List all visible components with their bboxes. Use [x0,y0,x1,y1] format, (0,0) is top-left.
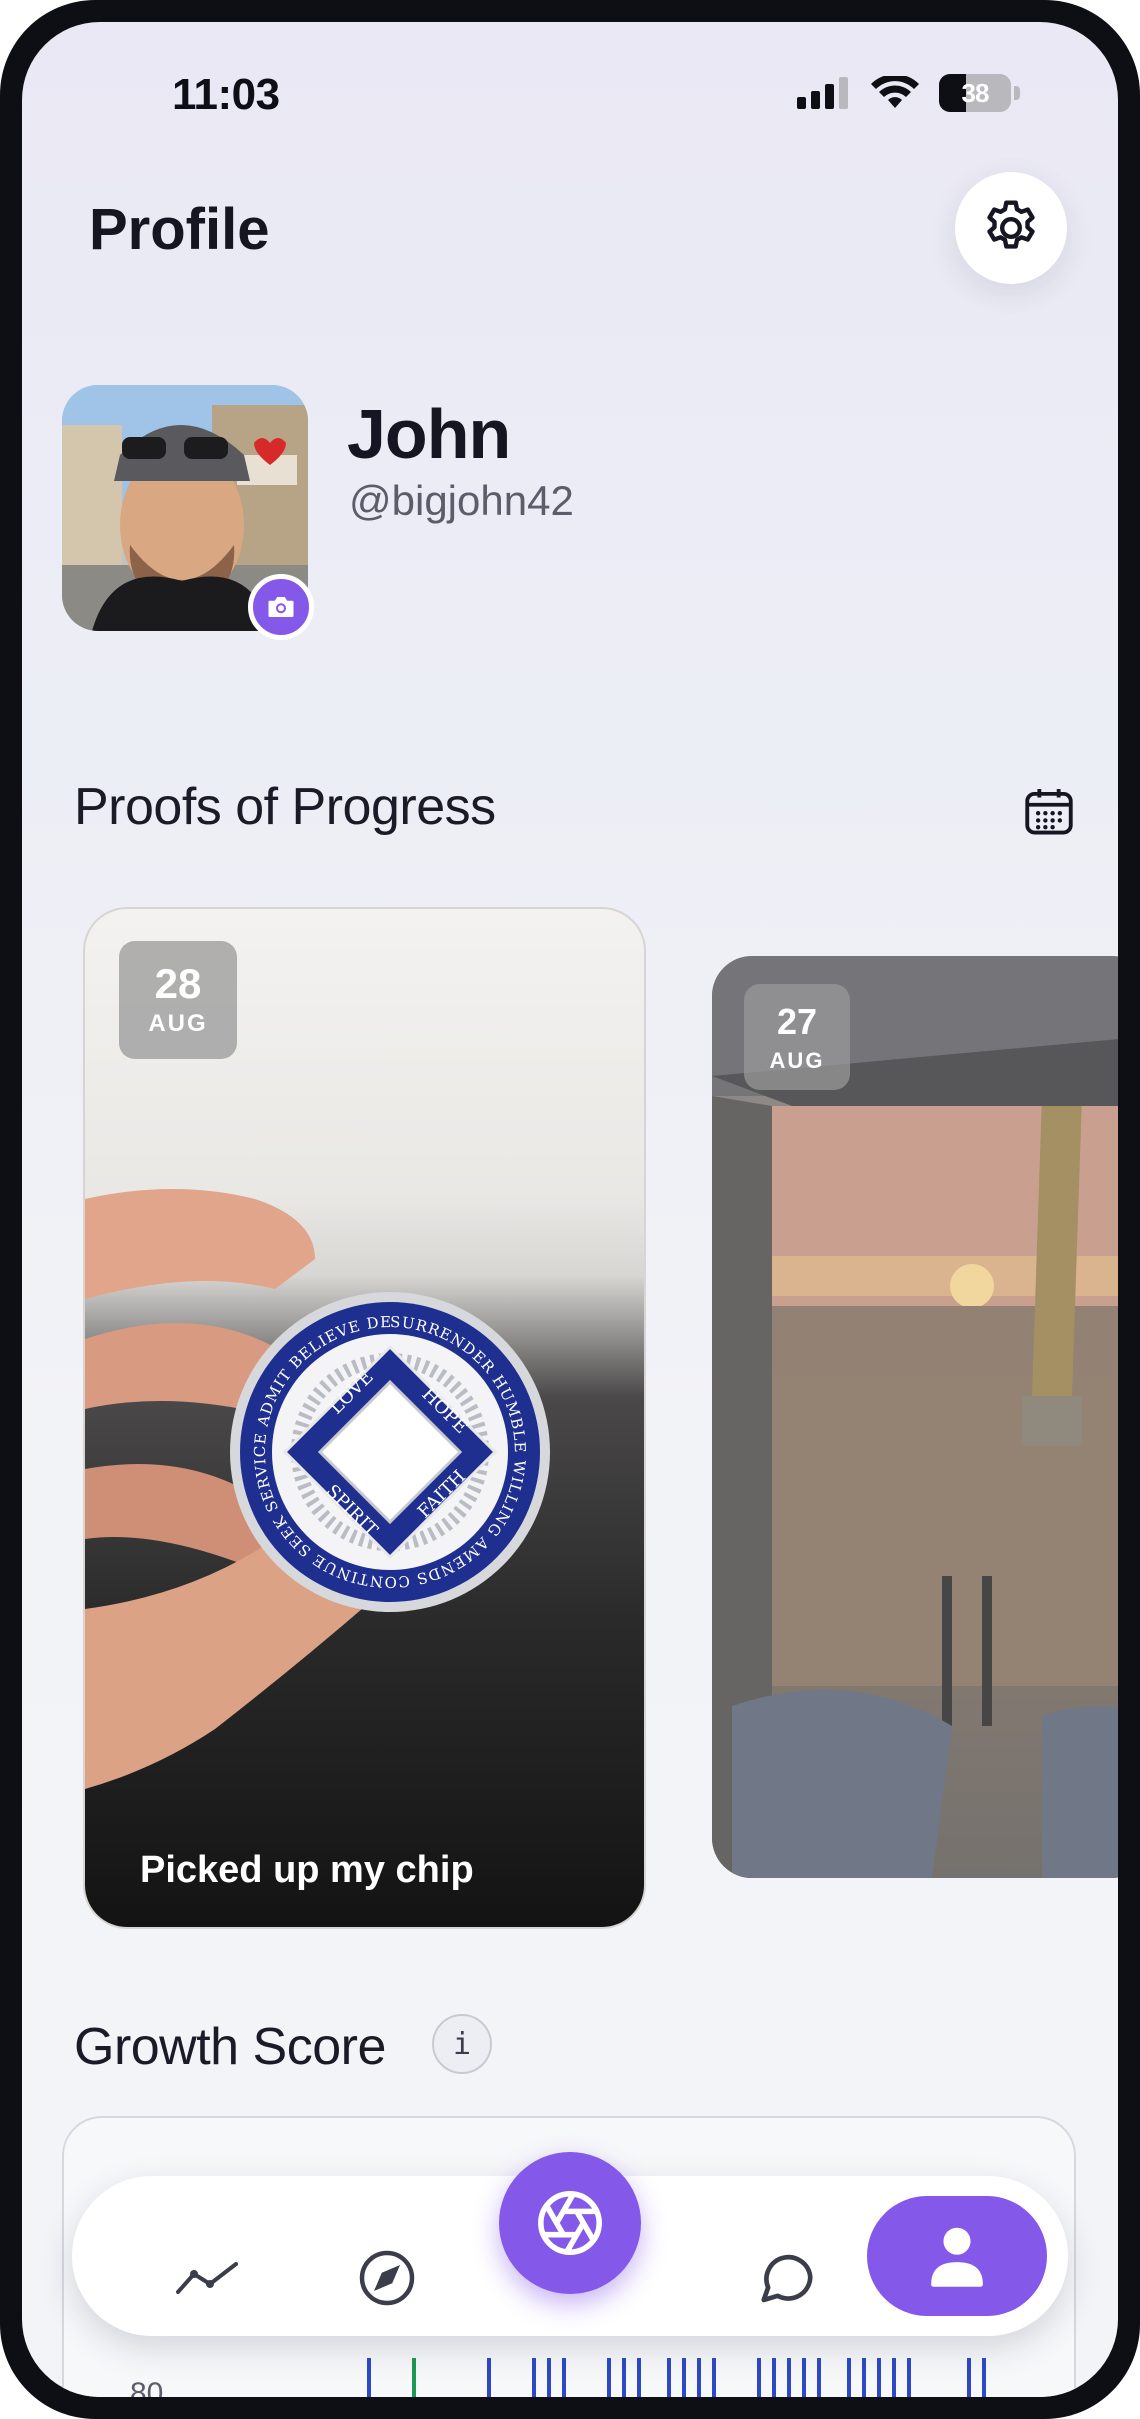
proof-photo-excavator [712,956,1118,1878]
gear-icon [987,200,1035,249]
nav-capture-button[interactable] [499,2152,641,2294]
growth-bar [547,2358,551,2397]
growth-chart [367,2358,986,2397]
change-photo-button[interactable] [248,574,314,640]
growth-section-title: Growth Score [74,2018,386,2076]
growth-bar [532,2358,536,2397]
growth-bar [607,2358,611,2397]
growth-bar [892,2358,896,2397]
nav-trends-button[interactable] [162,2248,252,2308]
date-day: 27 [776,1001,818,1042]
growth-bar [667,2358,671,2397]
battery-level: 38 [961,77,990,108]
calendar-icon [1025,789,1073,835]
info-button[interactable]: i [432,2014,492,2074]
user-handle: @bigjohn42 [349,477,574,524]
growth-bar [802,2358,806,2397]
growth-bar [907,2358,911,2397]
growth-bar [682,2358,686,2397]
growth-bar [562,2358,566,2397]
person-icon [931,2227,983,2287]
status-icons: 38 [797,74,1020,112]
growth-bar [367,2358,371,2397]
wifi-icon [871,76,919,108]
date-day: 28 [154,960,202,1007]
card-caption: Picked up my chip [140,1849,474,1891]
growth-bar [757,2358,761,2397]
compass-icon [359,2250,415,2306]
growth-bar [487,2358,491,2397]
battery-nub [1014,86,1020,100]
chart-axis-label: 80 [130,2377,164,2397]
growth-bar [967,2358,971,2397]
recovery-chip-image: SURRENDER HUMBLE WILLING AMENDS CONTINUE… [225,1287,550,1612]
trend-line-icon [176,2262,238,2294]
settings-button[interactable] [955,172,1067,284]
info-icon: i [452,2026,472,2062]
growth-bar [982,2358,986,2397]
growth-bar [622,2358,626,2397]
growth-bar [877,2358,881,2397]
date-badge: 27 AUG [744,984,850,1090]
proof-card[interactable]: 27 AUG [712,956,1118,1878]
date-badge: 28 AUG [119,941,237,1059]
growth-bar [412,2358,416,2397]
date-month: AUG [148,1010,208,1037]
date-month: AUG [769,1048,825,1073]
camera-icon [268,597,294,617]
status-time: 11:03 [172,70,280,119]
app-screen: 11:03 38 Profile John @bigjohn42 Proofs … [22,22,1118,2397]
growth-bar [862,2358,866,2397]
chat-bubble-icon [761,2254,813,2303]
growth-bar [772,2358,776,2397]
device-frame: 11:03 38 Profile John @bigjohn42 Proofs … [0,0,1140,2419]
proofs-section-title: Proofs of Progress [74,778,496,836]
calendar-button[interactable] [1014,777,1084,847]
growth-bar [847,2358,851,2397]
growth-bar [712,2358,716,2397]
nav-explore-button[interactable] [342,2242,432,2314]
page-title: Profile [89,197,270,262]
proof-card[interactable]: SURRENDER HUMBLE WILLING AMENDS CONTINUE… [83,907,646,1929]
growth-bar [637,2358,641,2397]
nav-profile-button[interactable] [867,2196,1047,2316]
growth-bar [697,2358,701,2397]
battery-icon: 38 [939,74,1011,112]
growth-bar [817,2358,821,2397]
signal-icon [797,77,848,109]
nav-messages-button[interactable] [742,2242,832,2314]
growth-bar [787,2358,791,2397]
user-name: John [347,395,511,473]
aperture-icon [538,2191,602,2255]
